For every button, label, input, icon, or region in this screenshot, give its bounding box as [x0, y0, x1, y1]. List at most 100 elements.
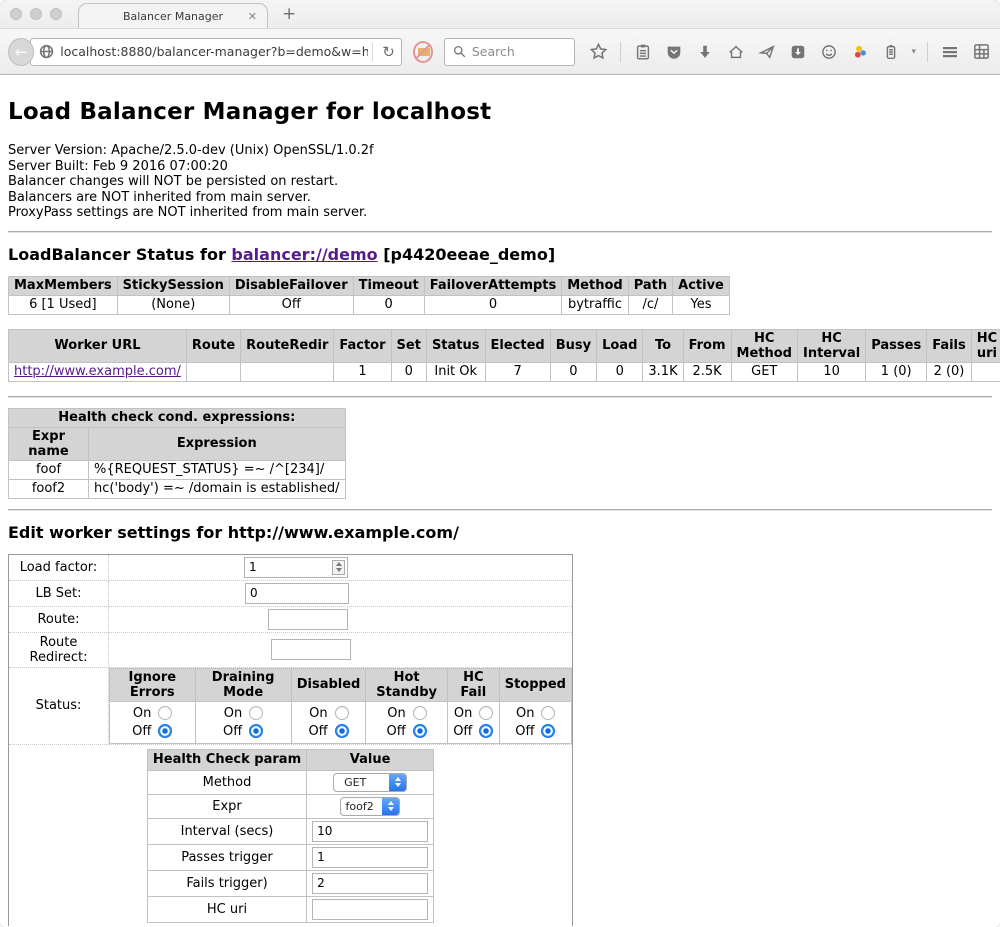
bookmark-star-icon[interactable] [587, 41, 609, 63]
worker-row: http://www.example.com/ 1 0 Init Ok 7 0 … [9, 362, 1000, 381]
page-content: Load Balancer Manager for localhost Serv… [0, 75, 1000, 926]
select-stepper-icon [382, 798, 399, 815]
hc-uri-input[interactable] [312, 899, 428, 920]
lb-set-row: LB Set: [9, 580, 573, 606]
expr-row-foof: foof %{REQUEST_STATUS} =~ /^[234]/ [9, 460, 346, 479]
hc-expressions-table: Health check cond. expressions: Expr nam… [8, 408, 346, 499]
send-icon[interactable] [756, 41, 778, 63]
back-button[interactable]: ← [8, 38, 34, 66]
table-header-row: Expr name Expression [9, 427, 346, 460]
hc-uri-row: HC uri [147, 896, 433, 922]
url-text[interactable]: localhost:8880/balancer-manager?b=demo&w… [60, 44, 367, 59]
fails-input[interactable] [312, 873, 428, 894]
window-controls[interactable] [10, 8, 62, 20]
persist-note: Balancer changes will NOT be persisted o… [8, 174, 992, 190]
hc-header-row: Health Check param Value [147, 749, 433, 770]
search-icon [453, 45, 466, 58]
load-factor-label: Load factor: [9, 554, 109, 580]
route-redirect-label: Route Redirect: [9, 632, 109, 667]
worker-url-link[interactable]: http://www.example.com/ [14, 364, 181, 379]
route-redirect-row: Route Redirect: [9, 632, 573, 667]
load-factor-row: Load factor: [9, 554, 573, 580]
table-header-row: Worker URL Route RouteRedir Factor Set S… [9, 329, 1000, 362]
lb-set-label: LB Set: [9, 580, 109, 606]
tab-close-icon[interactable]: ✕ [248, 10, 257, 23]
search-bar[interactable]: Search [444, 38, 576, 66]
status-label: Status: [9, 667, 109, 744]
ignore-errors-off-radio[interactable] [158, 724, 172, 738]
grid-icon[interactable] [970, 41, 992, 63]
nav-toolbar: ← localhost:8880/balancer-manager?b=demo… [0, 28, 1000, 75]
hc-params-row: Health Check param Value Method GET [9, 744, 573, 926]
downloads-icon[interactable] [694, 41, 716, 63]
route-label: Route: [9, 606, 109, 632]
feedback-smiley-icon[interactable] [818, 41, 840, 63]
tab-balancer-manager[interactable]: Balancer Manager ✕ [78, 3, 268, 28]
lb-set-input[interactable] [245, 583, 349, 604]
fails-row: Fails trigger) [147, 870, 433, 896]
number-spinner-icon[interactable] [332, 560, 345, 575]
ignore-errors-on-radio[interactable] [158, 706, 172, 720]
server-info: Server Version: Apache/2.5.0-dev (Unix) … [8, 143, 992, 221]
url-bar[interactable]: localhost:8880/balancer-manager?b=demo&w… [30, 38, 401, 66]
reload-icon[interactable]: ↻ [377, 43, 401, 61]
overflow-caret-icon[interactable]: ▾ [911, 47, 916, 57]
new-tab-button[interactable]: + [282, 4, 296, 24]
disabled-on-radio[interactable] [335, 706, 349, 720]
worker-table: Worker URL Route RouteRedir Factor Set S… [8, 329, 1000, 382]
colored-dots-icon[interactable] [849, 41, 871, 63]
table-header-row: MaxMembers StickySession DisableFailover… [9, 276, 730, 295]
battery-clipboard-icon[interactable] [880, 41, 902, 63]
route-row: Route: [9, 606, 573, 632]
bookmarks-clipboard-icon[interactable] [632, 41, 654, 63]
server-version: Server Version: Apache/2.5.0-dev (Unix) … [8, 143, 992, 159]
edit-worker-heading: Edit worker settings for http://www.exam… [8, 523, 992, 542]
status-row: Status: Ignore Errors Draining Mode Disa… [9, 667, 573, 744]
status-radio-row: On Off On Off On Off On Off [110, 701, 572, 743]
passes-row: Passes trigger [147, 844, 433, 870]
hc-fail-on-radio[interactable] [479, 706, 493, 720]
route-redirect-input[interactable] [271, 639, 351, 660]
divider [8, 509, 992, 511]
stopped-on-radio[interactable] [541, 706, 555, 720]
blocked-plugin-icon[interactable] [412, 40, 434, 64]
hc-fail-off-radio[interactable] [479, 724, 493, 738]
draining-mode-on-radio[interactable] [249, 706, 263, 720]
table-row: 6 [1 Used] (None) Off 0 0 bytraffic /c/ … [9, 295, 730, 314]
passes-input[interactable] [312, 847, 428, 868]
draining-mode-off-radio[interactable] [249, 724, 263, 738]
divider [8, 231, 992, 233]
status-header-row: Ignore Errors Draining Mode Disabled Hot… [110, 668, 572, 701]
home-icon[interactable] [725, 41, 747, 63]
loadbalancer-status-heading: LoadBalancer Status for balancer://demo … [8, 245, 992, 264]
route-input[interactable] [268, 609, 348, 630]
pocket-icon[interactable] [663, 41, 685, 63]
save-square-icon[interactable] [787, 41, 809, 63]
browser-window: Balancer Manager ✕ + ← localhost:8880/ba… [0, 0, 1000, 927]
expr-row: Expr foof2 [147, 794, 433, 818]
balancer-demo-link[interactable]: balancer://demo [231, 245, 377, 264]
globe-icon [39, 44, 54, 59]
close-window-button[interactable] [10, 8, 22, 20]
method-select[interactable]: GET [333, 773, 407, 792]
zoom-window-button[interactable] [50, 8, 62, 20]
minimize-window-button[interactable] [30, 8, 42, 20]
stopped-off-radio[interactable] [541, 724, 555, 738]
hot-standby-off-radio[interactable] [413, 724, 427, 738]
method-row: Method GET [147, 770, 433, 794]
page-title: Load Balancer Manager for localhost [8, 99, 992, 125]
menu-hamburger-icon[interactable] [939, 41, 961, 63]
server-built: Server Built: Feb 9 2016 07:00:20 [8, 159, 992, 175]
edit-worker-form: Load factor: LB Set: Route: Route Redire… [8, 554, 573, 927]
divider [8, 396, 992, 398]
interval-input[interactable] [312, 821, 428, 842]
hot-standby-on-radio[interactable] [413, 706, 427, 720]
expr-select[interactable]: foof2 [340, 797, 400, 816]
search-placeholder: Search [472, 44, 515, 59]
select-stepper-icon [389, 774, 406, 791]
status-table: Ignore Errors Draining Mode Disabled Hot… [109, 668, 572, 744]
inherit-note: Balancers are NOT inherited from main se… [8, 190, 992, 206]
disabled-off-radio[interactable] [335, 724, 349, 738]
proxypass-note: ProxyPass settings are NOT inherited fro… [8, 205, 992, 221]
balancer-status-table: MaxMembers StickySession DisableFailover… [8, 276, 730, 315]
